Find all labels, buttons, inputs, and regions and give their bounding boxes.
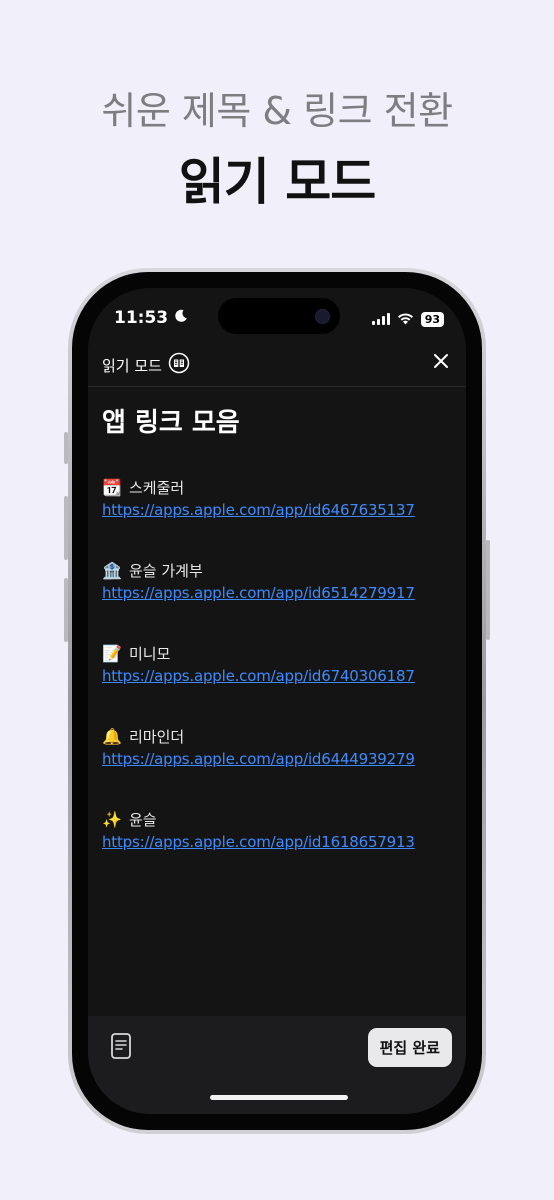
cellular-signal-icon [371, 310, 390, 329]
bottom-toolbar: 편집 완료 [88, 1016, 466, 1114]
entry-label: 🔔 리마인더 [102, 726, 462, 748]
bell-icon: 🔔 [102, 727, 122, 746]
list-item: ✨ 윤슬 https://apps.apple.com/app/id161865… [102, 809, 462, 892]
moon-icon [174, 308, 188, 328]
status-bar-time: 11:53 [114, 308, 188, 328]
memo-icon: 📝 [102, 644, 122, 663]
app-store-link[interactable]: https://apps.apple.com/app/id6467635137 [102, 499, 462, 521]
list-item: 📝 미니모 https://apps.apple.com/app/id67403… [102, 643, 462, 726]
book-icon [168, 352, 190, 378]
sparkles-icon: ✨ [102, 810, 122, 829]
status-bar-indicators: 93 [371, 310, 444, 329]
document-button[interactable] [108, 1030, 134, 1062]
app-store-link[interactable]: https://apps.apple.com/app/id6514279917 [102, 582, 462, 604]
app-store-link[interactable]: https://apps.apple.com/app/id6444939279 [102, 748, 462, 770]
app-store-link[interactable]: https://apps.apple.com/app/id6740306187 [102, 665, 462, 687]
list-item: 🔔 리마인더 https://apps.apple.com/app/id6444… [102, 726, 462, 809]
list-item: 🏦 윤슬 가계부 https://apps.apple.com/app/id65… [102, 560, 462, 643]
promo-title: 읽기 모드 [178, 153, 376, 211]
entry-label: ✨ 윤슬 [102, 809, 462, 831]
promo-headline: 쉬운 제목 & 링크 전환 [101, 89, 453, 133]
action-button [64, 432, 68, 464]
entry-label-text: 리마인더 [129, 728, 185, 746]
calendar-icon: 📆 [102, 478, 122, 497]
power-button [486, 540, 490, 640]
phone-screen: 11:53 93 읽기 모드 앱 링크 모음 📆 스케줄러 https://ap… [88, 288, 466, 1114]
wifi-icon [397, 310, 414, 329]
app-store-link[interactable]: https://apps.apple.com/app/id1618657913 [102, 831, 462, 853]
entry-label: 📝 미니모 [102, 643, 462, 665]
home-indicator [210, 1095, 348, 1100]
entry-label-text: 미니모 [129, 645, 171, 663]
camera-icon [315, 309, 330, 324]
volume-up-button [64, 496, 68, 560]
document-icon [108, 1033, 134, 1066]
entry-label: 📆 스케줄러 [102, 477, 462, 499]
phone-frame: 11:53 93 읽기 모드 앱 링크 모음 📆 스케줄러 https://ap… [64, 268, 490, 1134]
document-title: 앱 링크 모음 [102, 408, 240, 438]
entry-label-text: 윤슬 [129, 811, 157, 829]
dynamic-island [218, 298, 340, 334]
bank-icon: 🏦 [102, 561, 122, 580]
battery-level: 93 [420, 312, 444, 327]
entry-label-text: 윤슬 가계부 [129, 562, 203, 580]
close-icon [433, 353, 449, 373]
close-button[interactable] [428, 350, 454, 376]
entry-label: 🏦 윤슬 가계부 [102, 560, 462, 582]
volume-down-button [64, 578, 68, 642]
nav-title-text: 읽기 모드 [102, 356, 162, 375]
entry-label-text: 스케줄러 [129, 479, 185, 497]
reading-mode-label[interactable]: 읽기 모드 [102, 352, 190, 378]
status-time-text: 11:53 [114, 308, 169, 328]
navigation-bar: 읽기 모드 [88, 346, 466, 387]
list-item: 📆 스케줄러 https://apps.apple.com/app/id6467… [102, 477, 462, 560]
link-list: 📆 스케줄러 https://apps.apple.com/app/id6467… [102, 477, 462, 892]
phone-bezel: 11:53 93 읽기 모드 앱 링크 모음 📆 스케줄러 https://ap… [72, 272, 482, 1130]
done-editing-button[interactable]: 편집 완료 [367, 1028, 452, 1067]
